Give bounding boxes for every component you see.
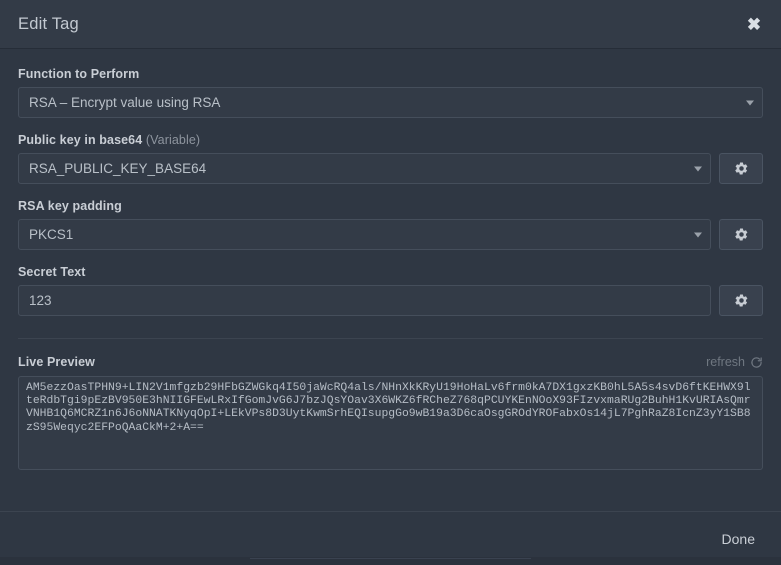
secret-text-input[interactable]: 123: [18, 285, 711, 316]
dialog-body: Function to Perform RSA – Encrypt value …: [0, 49, 781, 511]
secret-text-row: 123: [18, 285, 763, 316]
function-select[interactable]: RSA – Encrypt value using RSA: [18, 87, 763, 118]
live-preview-header: Live Preview refresh: [18, 355, 763, 369]
secret-text-input-wrap: 123: [18, 285, 711, 316]
dialog-title: Edit Tag: [18, 14, 79, 33]
secret-text-label: Secret Text: [18, 265, 86, 279]
done-button[interactable]: Done: [718, 525, 759, 553]
public-key-label-text: Public key in base64: [18, 133, 143, 147]
refresh-label: refresh: [706, 355, 745, 369]
gear-icon: [734, 228, 747, 241]
padding-select[interactable]: PKCS1: [18, 219, 711, 250]
close-icon[interactable]: ✖: [743, 13, 765, 35]
padding-select-wrap: PKCS1: [18, 219, 711, 250]
live-preview-label: Live Preview: [18, 355, 95, 369]
function-row: RSA – Encrypt value using RSA: [18, 87, 763, 118]
public-key-select-wrap: RSA_PUBLIC_KEY_BASE64: [18, 153, 711, 184]
live-preview-output[interactable]: [18, 376, 763, 470]
secret-text-settings-button[interactable]: [719, 285, 763, 316]
public-key-row: RSA_PUBLIC_KEY_BASE64: [18, 153, 763, 184]
public-key-label-suffix: (Variable): [145, 133, 201, 147]
public-key-select[interactable]: RSA_PUBLIC_KEY_BASE64: [18, 153, 711, 184]
public-key-settings-button[interactable]: [719, 153, 763, 184]
section-divider: [18, 338, 763, 339]
gear-icon: [734, 162, 747, 175]
function-label: Function to Perform: [18, 67, 140, 81]
gear-icon: [734, 294, 747, 307]
padding-row: PKCS1: [18, 219, 763, 250]
edit-tag-dialog: Edit Tag ✖ Function to Perform RSA – Enc…: [0, 0, 781, 565]
dialog-header: Edit Tag ✖: [0, 0, 781, 49]
padding-label: RSA key padding: [18, 199, 122, 213]
function-select-wrap: RSA – Encrypt value using RSA: [18, 87, 763, 118]
window-bottom-line: [250, 558, 531, 559]
refresh-button[interactable]: refresh: [706, 355, 763, 369]
public-key-label: Public key in base64 (Variable): [18, 133, 763, 147]
refresh-icon: [751, 356, 762, 368]
padding-settings-button[interactable]: [719, 219, 763, 250]
